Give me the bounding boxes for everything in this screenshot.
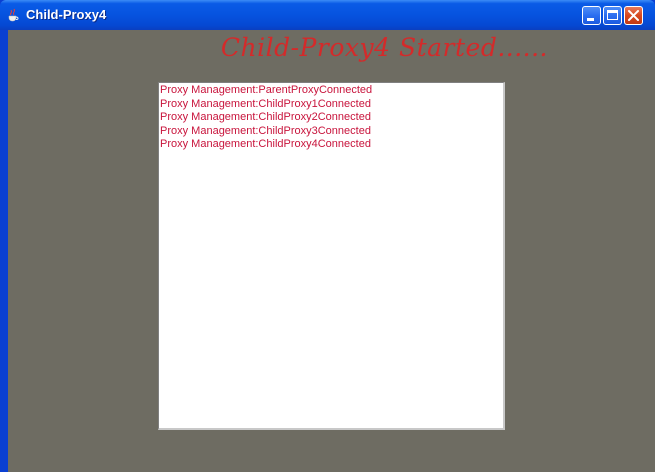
log-line: Proxy Management:ChildProxy3Connected	[160, 124, 371, 137]
java-cup-icon[interactable]	[6, 8, 20, 22]
minimize-button[interactable]	[582, 6, 601, 25]
content-panel: Child-Proxy4 Started...... Proxy Managem…	[8, 30, 655, 472]
log-line: Proxy Management:ChildProxy2Connected	[160, 111, 371, 123]
application-window: Child-Proxy4 Child-Proxy4 Started...... …	[0, 0, 655, 472]
close-button[interactable]	[624, 6, 643, 25]
status-heading: Child-Proxy4 Started......	[220, 33, 548, 62]
log-line: Proxy Management:ParentProxyConnected	[160, 84, 373, 96]
window-title: Child-Proxy4	[26, 7, 107, 22]
log-line: Proxy Management:ChildProxy4Connected	[160, 138, 371, 150]
maximize-button[interactable]	[603, 6, 622, 25]
title-bar[interactable]: Child-Proxy4	[0, 0, 655, 30]
log-text-area[interactable]: Proxy Management:ParentProxyConnected Pr…	[158, 82, 505, 430]
maximize-icon	[607, 10, 618, 20]
close-icon	[628, 10, 639, 21]
minimize-icon	[587, 18, 594, 21]
log-line: Proxy Management:ChildProxy1Connected	[160, 97, 371, 110]
